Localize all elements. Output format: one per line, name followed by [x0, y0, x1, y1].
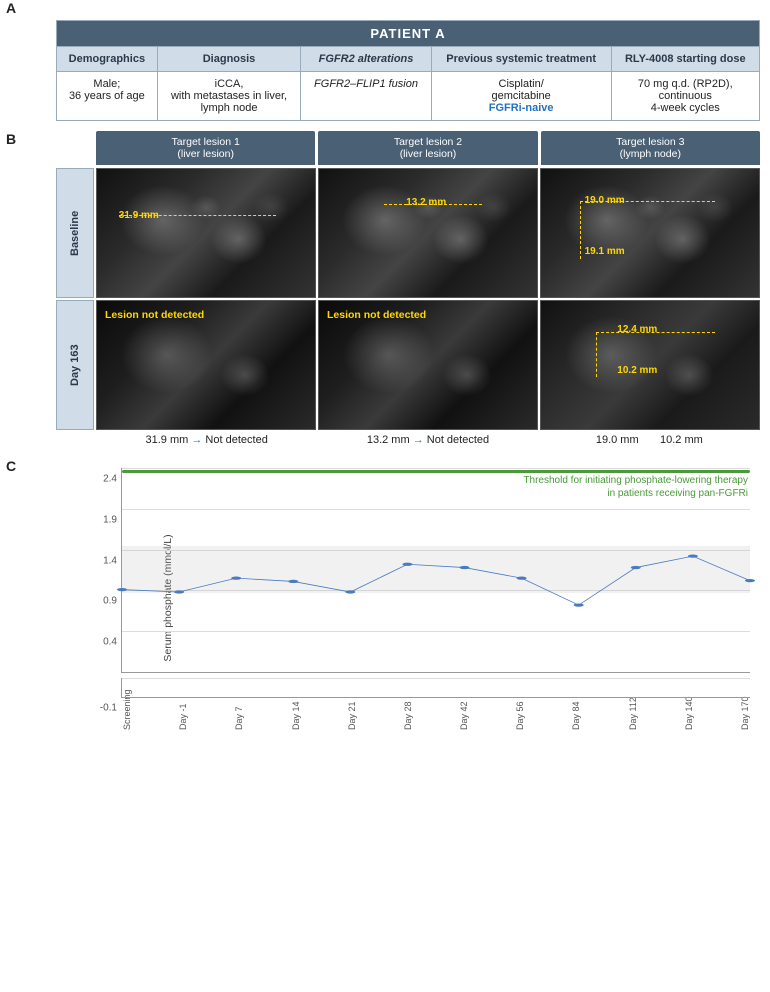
- section-a-label: A: [6, 0, 16, 16]
- summary-lesion2: 13.2 mm → Not detected: [317, 434, 538, 446]
- line-chart: [122, 468, 750, 672]
- header-prev-treatment: Previous systemic treatment: [431, 47, 611, 72]
- data-prev-treatment: Cisplatin/gemcitabineFGFRi-naive: [431, 72, 611, 121]
- lesion1-title: Target lesion 1 (liver lesion): [96, 131, 315, 165]
- header-demographics: Demographics: [57, 47, 158, 72]
- summary-lesion3: 19.0 mm 10.2 mm: [539, 434, 760, 446]
- lesion3-title: Target lesion 3 (lymph node): [541, 131, 760, 165]
- fgfri-naive-label: FGFRi-naive: [489, 102, 554, 114]
- day163-lesion1: Lesion not detected: [96, 300, 316, 430]
- section-b-label: B: [6, 131, 16, 147]
- data-rly: 70 mg q.d. (RP2D),continuous4-week cycle…: [611, 72, 759, 121]
- baseline-lesion3: 19.0 mm 19.1 mm: [540, 168, 760, 298]
- ytick-2-4: 2.4: [103, 474, 122, 485]
- ytick-1-4: 1.4: [103, 555, 122, 566]
- patient-title: PATIENT A: [57, 21, 760, 47]
- baseline-label: Baseline: [56, 168, 94, 298]
- header-rly: RLY-4008 starting dose: [611, 47, 759, 72]
- day163-l2-notdetected: Lesion not detected: [327, 309, 426, 321]
- patient-info-table: PATIENT A Demographics Diagnosis FGFR2 a…: [56, 20, 760, 121]
- ytick-1-9: 1.9: [103, 514, 122, 525]
- summary-lesion1: 31.9 mm → Not detected: [96, 434, 317, 446]
- header-diagnosis: Diagnosis: [157, 47, 301, 72]
- section-c-label: C: [6, 458, 16, 474]
- day163-l3-measure-top: 12.4 mm: [617, 324, 657, 335]
- day163-l3-measure-bot: 10.2 mm: [617, 365, 657, 376]
- baseline-l3-measure-h: 19.1 mm: [585, 246, 625, 257]
- day163-lesion2: Lesion not detected: [318, 300, 538, 430]
- header-fgfr2: FGFR2 alterations: [301, 47, 431, 72]
- data-fgfr2: FGFR2–FLIP1 fusion: [301, 72, 431, 121]
- baseline-lesion1: 31.9 mm: [96, 168, 316, 298]
- day163-label: Day 163: [56, 300, 94, 430]
- data-demographics: Male;36 years of age: [57, 72, 158, 121]
- ytick-0-4: 0.4: [103, 637, 122, 648]
- ytick-neg-0-1: -0.1: [100, 703, 122, 714]
- ytick-0-9: 0.9: [103, 596, 122, 607]
- data-diagnosis: iCCA,with metastases in liver,lymph node: [157, 72, 301, 121]
- lesion2-title: Target lesion 2 (liver lesion): [318, 131, 537, 165]
- day163-lesion3: 12.4 mm 10.2 mm: [540, 300, 760, 430]
- day163-l1-notdetected: Lesion not detected: [105, 309, 204, 321]
- baseline-lesion2: 13.2 mm: [318, 168, 538, 298]
